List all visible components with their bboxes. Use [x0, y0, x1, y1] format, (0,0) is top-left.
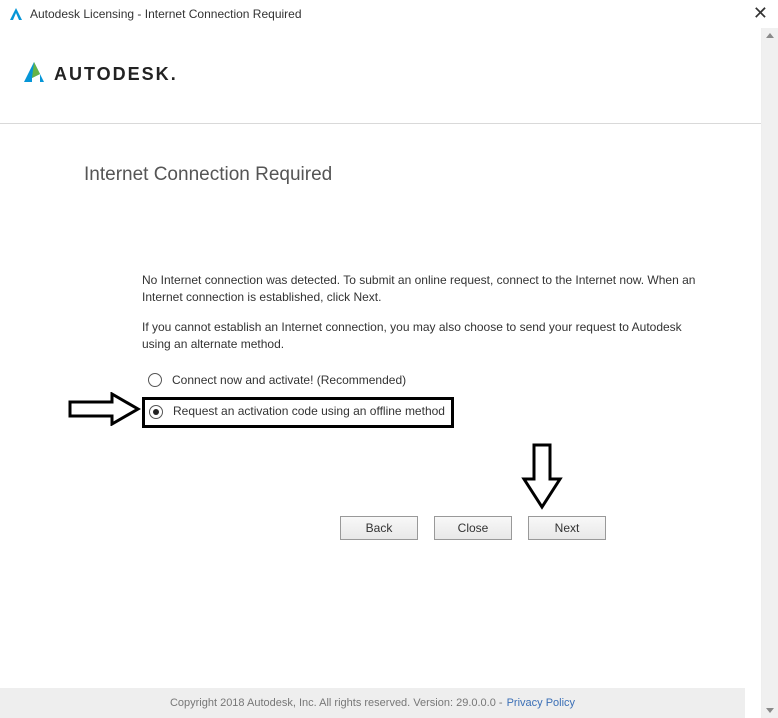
radio-icon: [148, 373, 162, 387]
autodesk-logo: AUTODESK.: [22, 60, 761, 89]
radio-label-offline: Request an activation code using an offl…: [173, 403, 445, 420]
window-title: Autodesk Licensing - Internet Connection…: [30, 7, 302, 21]
radio-option-connect-now[interactable]: Connect now and activate! (Recommended): [142, 368, 701, 393]
scroll-up-arrow-icon[interactable]: [762, 28, 778, 44]
radio-group: Connect now and activate! (Recommended) …: [142, 368, 701, 429]
close-icon[interactable]: ✕: [753, 4, 768, 22]
radio-selected-dot-icon: [153, 409, 159, 415]
scroll-down-arrow-icon[interactable]: [762, 702, 778, 718]
body-area: No Internet connection was detected. To …: [142, 272, 701, 428]
privacy-policy-link[interactable]: Privacy Policy: [507, 697, 575, 709]
back-button[interactable]: Back: [340, 516, 418, 540]
autodesk-mark-icon: [22, 60, 46, 89]
window-titlebar: Autodesk Licensing - Internet Connection…: [0, 0, 778, 28]
paragraph-no-connection: No Internet connection was detected. To …: [142, 272, 701, 307]
autodesk-app-icon: [8, 6, 24, 22]
close-button[interactable]: Close: [434, 516, 512, 540]
header-divider: [0, 123, 761, 124]
footer: Copyright 2018 Autodesk, Inc. All rights…: [0, 688, 745, 718]
button-row: Back Close Next: [340, 516, 761, 540]
radio-option-offline[interactable]: Request an activation code using an offl…: [142, 397, 454, 428]
annotation-arrow-right-icon: [68, 392, 142, 431]
paragraph-alternate: If you cannot establish an Internet conn…: [142, 319, 701, 354]
footer-copyright: Copyright 2018 Autodesk, Inc. All rights…: [170, 697, 503, 709]
radio-icon: [149, 405, 163, 419]
vertical-scrollbar[interactable]: [762, 28, 778, 718]
radio-label-connect-now: Connect now and activate! (Recommended): [172, 372, 406, 389]
dialog-content: AUTODESK. Internet Connection Required N…: [0, 28, 762, 718]
next-button[interactable]: Next: [528, 516, 606, 540]
page-title: Internet Connection Required: [84, 164, 761, 186]
header-area: AUTODESK.: [0, 28, 761, 89]
annotation-arrow-down-icon: [520, 443, 564, 516]
autodesk-wordmark: AUTODESK.: [54, 64, 178, 85]
